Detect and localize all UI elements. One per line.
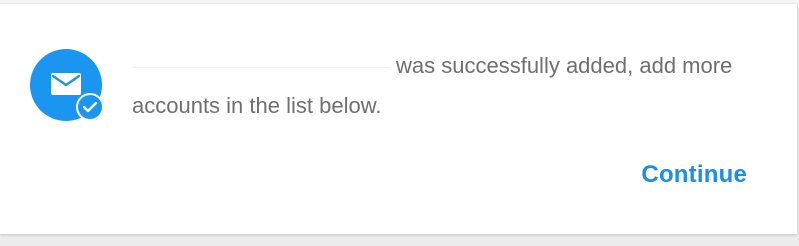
- redacted-account-name: [132, 66, 390, 68]
- mail-success-icon: [30, 49, 104, 121]
- success-message: was successfully added, add more account…: [132, 46, 782, 126]
- account-added-dialog: was successfully added, add more account…: [0, 4, 797, 234]
- envelope-icon: [51, 73, 81, 95]
- check-badge-icon: [76, 93, 104, 121]
- message-text: was successfully added, add more account…: [132, 53, 733, 118]
- continue-button[interactable]: Continue: [641, 161, 747, 189]
